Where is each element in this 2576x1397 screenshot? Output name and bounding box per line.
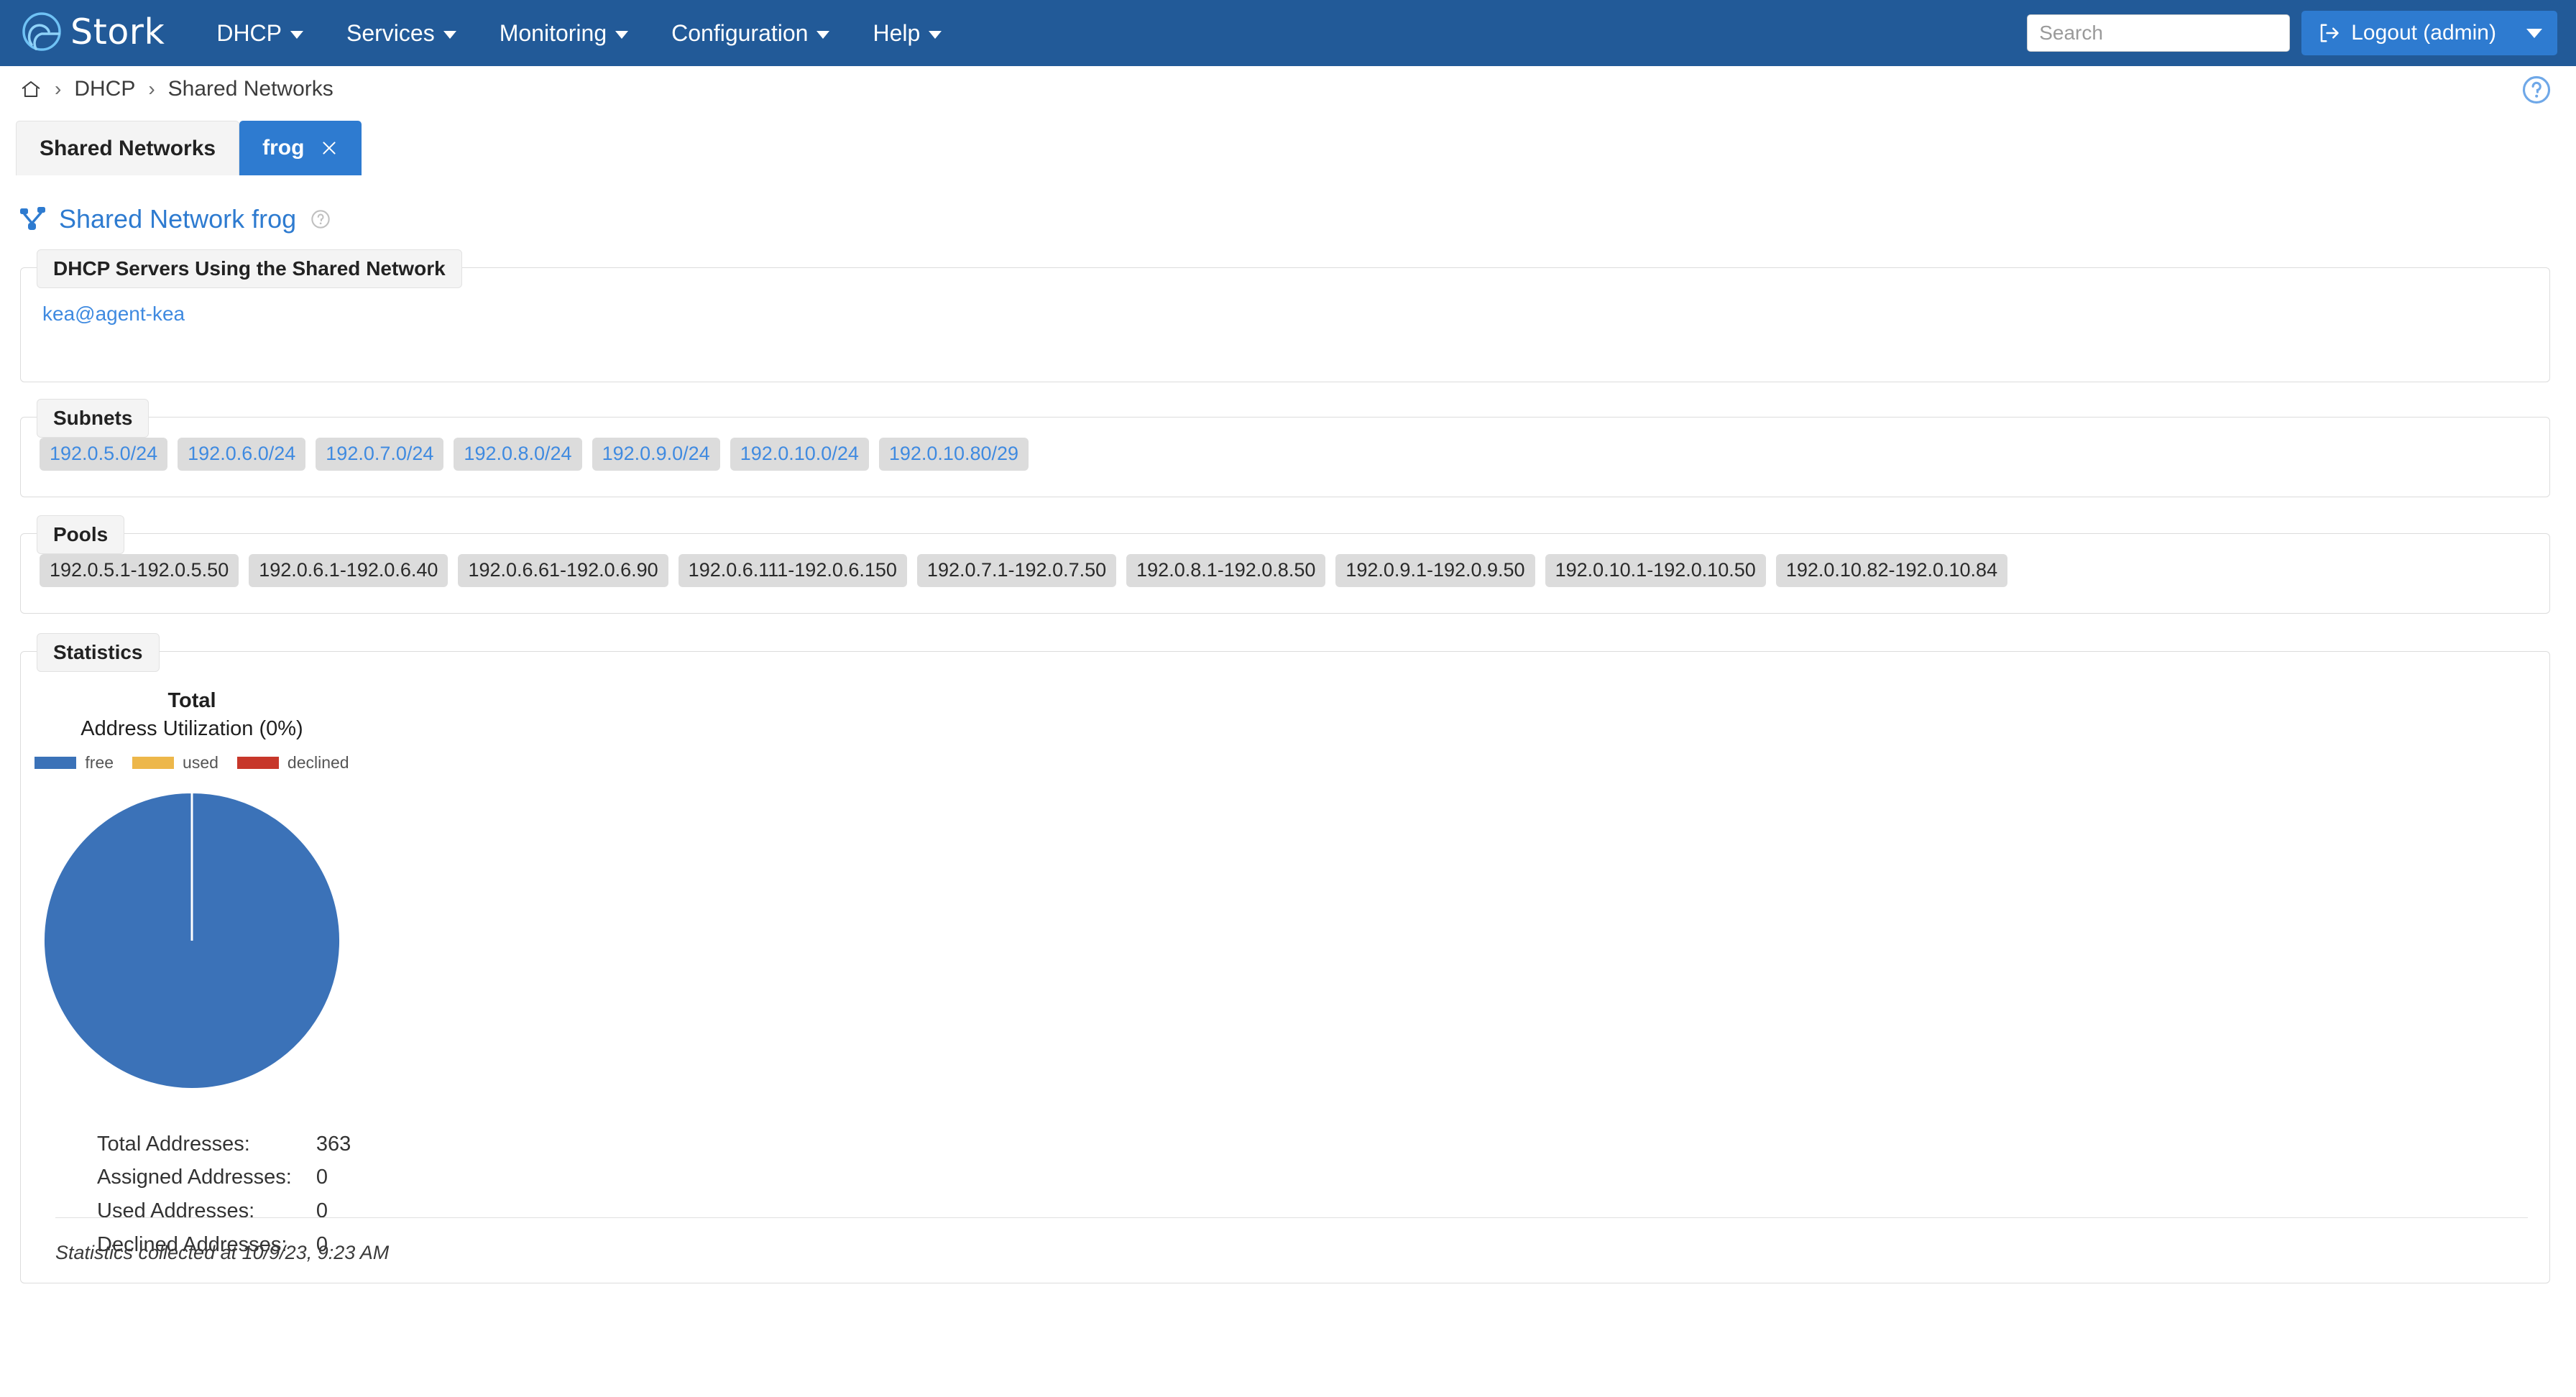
nav-item-dhcp[interactable]: DHCP <box>195 13 325 54</box>
server-link[interactable]: kea@agent-kea <box>42 303 185 325</box>
stat-value: 363 <box>316 1132 351 1156</box>
close-icon[interactable] <box>320 139 339 157</box>
home-icon <box>22 81 40 97</box>
brand-logo-group[interactable]: Stork <box>20 11 165 55</box>
legend-item-declined[interactable]: declined <box>236 752 349 773</box>
panel-legend-subnets: Subnets <box>37 399 150 438</box>
stat-label: Total Addresses: <box>97 1132 250 1156</box>
dhcp-servers-panel: DHCP Servers Using the Shared Network ke… <box>20 249 2550 382</box>
nav-item-label: Monitoring <box>499 19 607 46</box>
legend-label: free <box>85 752 114 772</box>
table-row: Total Addresses: 363 <box>97 1128 351 1161</box>
chart-subtitle: Address Utilization (0%) <box>80 717 303 741</box>
nav-item-help[interactable]: Help <box>851 13 963 54</box>
pool-chip: 192.0.5.1-192.0.5.50 <box>40 554 239 587</box>
subnet-chip[interactable]: 192.0.10.0/24 <box>730 438 869 471</box>
chevron-down-icon <box>816 30 830 39</box>
table-row: Assigned Addresses: 0 <box>97 1161 351 1194</box>
chart-title: Total <box>167 689 216 712</box>
tab-bar: Shared Networks frog <box>0 121 2576 175</box>
legend-swatch-declined <box>236 756 279 769</box>
logout-button[interactable]: Logout (admin) <box>2301 11 2557 55</box>
chart-legend: free used declined <box>34 753 349 773</box>
nav-item-label: Help <box>873 19 921 46</box>
breadcrumb: › DHCP › Shared Networks <box>20 77 334 101</box>
breadcrumb-separator: › <box>148 78 155 100</box>
breadcrumb-separator: › <box>55 78 62 100</box>
pool-chip: 192.0.10.1-192.0.10.50 <box>1545 554 1766 587</box>
help-circle-icon[interactable] <box>2521 75 2552 105</box>
subnet-chip[interactable]: 192.0.7.0/24 <box>316 438 444 471</box>
pool-chip: 192.0.7.1-192.0.7.50 <box>916 554 1117 587</box>
page-title-row: Shared Network frog <box>0 201 2576 237</box>
pool-chip: 192.0.8.1-192.0.8.50 <box>1126 554 1326 587</box>
pie-chart-wrap <box>41 788 343 1093</box>
brand-name: Stork <box>70 11 165 52</box>
subnet-chip[interactable]: 192.0.5.0/24 <box>40 438 168 471</box>
nav-item-services[interactable]: Services <box>325 13 478 54</box>
navbar-right-group: Logout (admin) <box>2027 0 2557 66</box>
nav-item-configuration[interactable]: Configuration <box>650 13 851 54</box>
legend-item-used[interactable]: used <box>132 753 218 773</box>
pool-chip: 192.0.6.111-192.0.6.150 <box>678 554 907 587</box>
stork-logo-icon <box>22 12 61 51</box>
tab-frog[interactable]: frog <box>239 121 362 175</box>
statistics-body: Total Address Utilization (0%) free used… <box>21 652 2549 1262</box>
statistics-divider <box>55 1217 2528 1218</box>
breadcrumb-row: › DHCP › Shared Networks <box>0 66 2576 112</box>
table-row: Used Addresses: 0 <box>97 1194 351 1228</box>
breadcrumb-home[interactable] <box>20 78 42 100</box>
subnet-chip[interactable]: 192.0.8.0/24 <box>454 438 582 471</box>
chevron-down-icon <box>290 30 303 39</box>
statistics-footnote: Statistics collected at 10/9/23, 9:23 AM <box>55 1242 390 1263</box>
nav-item-label: Configuration <box>671 19 809 46</box>
pool-chip: 192.0.6.1-192.0.6.40 <box>249 554 448 587</box>
page-title: Shared Network frog <box>59 204 297 234</box>
tab-label: Shared Networks <box>40 136 216 160</box>
pool-chip: 192.0.9.1-192.0.9.50 <box>1335 554 1535 587</box>
subnet-chip-row: 192.0.5.0/24 192.0.6.0/24 192.0.7.0/24 1… <box>21 418 2549 471</box>
legend-swatch-free <box>34 756 77 769</box>
chevron-down-icon <box>443 30 456 39</box>
pools-panel: Pools 192.0.5.1-192.0.5.50 192.0.6.1-192… <box>20 515 2550 614</box>
subnet-chip[interactable]: 192.0.10.80/29 <box>878 438 1029 471</box>
breadcrumb-item-shared-networks[interactable]: Shared Networks <box>168 77 334 101</box>
logout-icon <box>2320 24 2339 42</box>
stat-label: Assigned Addresses: <box>97 1166 292 1189</box>
pool-chip: 192.0.6.61-192.0.6.90 <box>458 554 668 587</box>
legend-swatch-used <box>132 756 175 769</box>
subnet-chip[interactable]: 192.0.9.0/24 <box>592 438 720 471</box>
nav-item-label: Services <box>346 19 435 46</box>
stat-value: 0 <box>316 1166 328 1189</box>
stat-label: Used Addresses: <box>97 1199 255 1223</box>
subnets-panel: Subnets 192.0.5.0/24 192.0.6.0/24 192.0.… <box>20 399 2550 497</box>
breadcrumb-item-dhcp[interactable]: DHCP <box>74 77 135 101</box>
legend-item-free[interactable]: free <box>34 753 114 773</box>
panel-legend-statistics: Statistics <box>37 633 160 673</box>
statistics-panel: Statistics Total Address Utilization (0%… <box>20 633 2550 1283</box>
nav-item-label: DHCP <box>216 19 282 46</box>
panel-legend-dhcp-servers: DHCP Servers Using the Shared Network <box>37 249 462 289</box>
address-utilization-pie-chart[interactable] <box>41 788 343 1093</box>
search-input[interactable] <box>2027 14 2291 52</box>
subnet-chip[interactable]: 192.0.6.0/24 <box>178 438 306 471</box>
logout-label: Logout (admin) <box>2351 21 2496 45</box>
nav-items: DHCP Services Monitoring Configuration H… <box>195 13 963 54</box>
tab-label: frog <box>262 136 305 160</box>
pool-chip-row: 192.0.5.1-192.0.5.50 192.0.6.1-192.0.6.4… <box>21 534 2549 587</box>
panel-legend-pools: Pools <box>37 515 125 555</box>
chevron-down-icon <box>615 30 629 39</box>
chevron-down-icon <box>929 30 942 39</box>
tab-shared-networks[interactable]: Shared Networks <box>16 121 240 175</box>
chevron-down-icon <box>2526 28 2542 38</box>
stat-value: 0 <box>316 1199 328 1223</box>
pool-chip: 192.0.10.82-192.0.10.84 <box>1775 554 2008 587</box>
help-circle-icon[interactable] <box>310 209 331 229</box>
nav-item-monitoring[interactable]: Monitoring <box>478 13 650 54</box>
top-navbar: Stork DHCP Services Monitoring Configura… <box>0 0 2576 66</box>
legend-label: declined <box>287 752 349 772</box>
legend-label: used <box>183 752 218 772</box>
sitemap-icon <box>20 207 45 230</box>
